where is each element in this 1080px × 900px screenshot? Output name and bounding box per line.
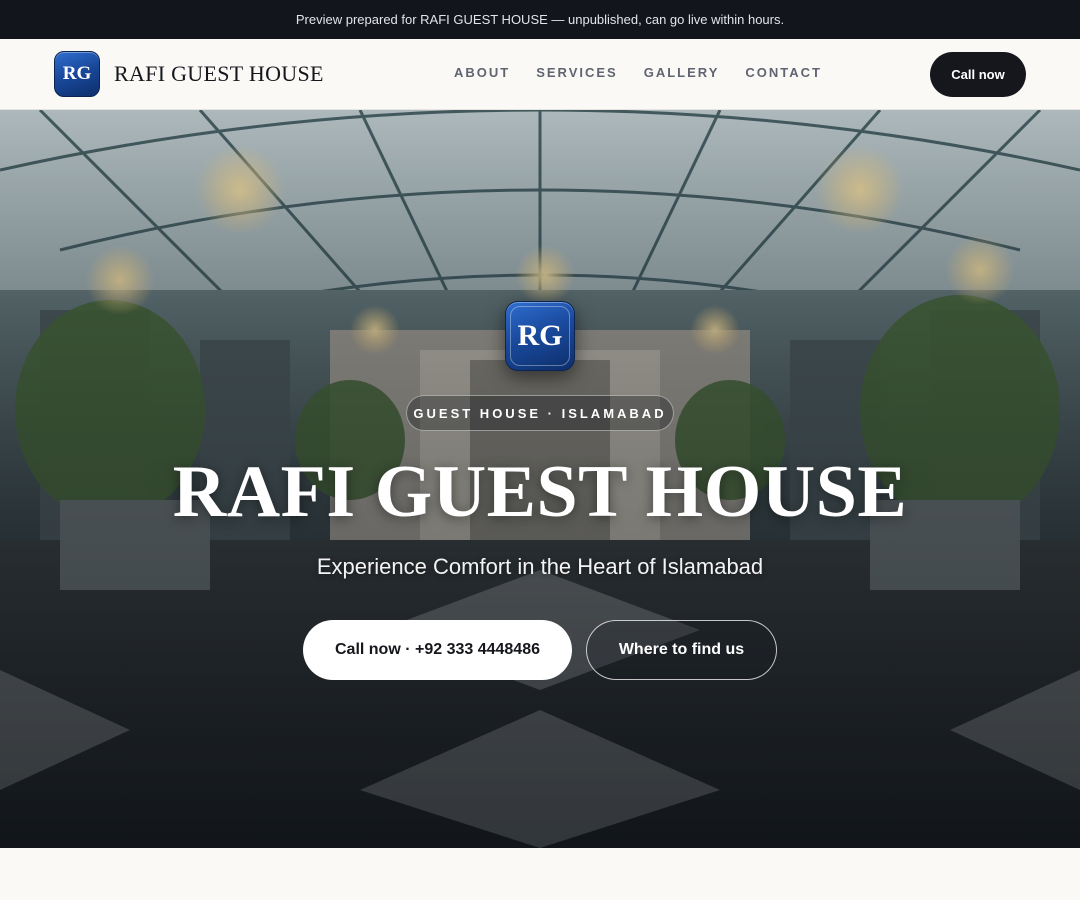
hero-logo-frame <box>510 306 570 366</box>
brand-name[interactable]: RAFI GUEST HOUSE <box>114 61 324 87</box>
nav-contact[interactable]: CONTACT <box>745 65 822 80</box>
hero-logo-badge: RG <box>505 301 575 371</box>
logo-badge[interactable]: RG <box>54 51 100 97</box>
preview-banner-text: Preview prepared for RAFI GUEST HOUSE — … <box>295 12 785 27</box>
call-now-button[interactable]: Call now · +92 333 4448486 <box>303 620 572 680</box>
preview-banner: Preview prepared for RAFI GUEST HOUSE — … <box>0 0 1080 39</box>
nav-gallery[interactable]: GALLERY <box>644 65 720 80</box>
hero-subtitle: Experience Comfort in the Heart of Islam… <box>316 554 764 579</box>
site-header: RG RAFI GUEST HOUSE ABOUT SERVICES GALLE… <box>0 39 1080 110</box>
header-call-button[interactable]: Call now <box>930 52 1026 97</box>
where-to-find-us-button[interactable]: Where to find us <box>586 620 777 680</box>
nav-services[interactable]: SERVICES <box>536 65 618 80</box>
main-nav: ABOUT SERVICES GALLERY CONTACT <box>454 65 822 80</box>
hero-section: RG GUEST HOUSE · ISLAMABAD RAFI GUEST HO… <box>0 110 1080 848</box>
nav-about[interactable]: ABOUT <box>454 65 510 80</box>
logo-initials: RG <box>62 63 92 84</box>
hero-title: RAFI GUEST HOUSE <box>172 451 908 533</box>
hero-eyebrow-pill: GUEST HOUSE · ISLAMABAD <box>406 395 674 431</box>
